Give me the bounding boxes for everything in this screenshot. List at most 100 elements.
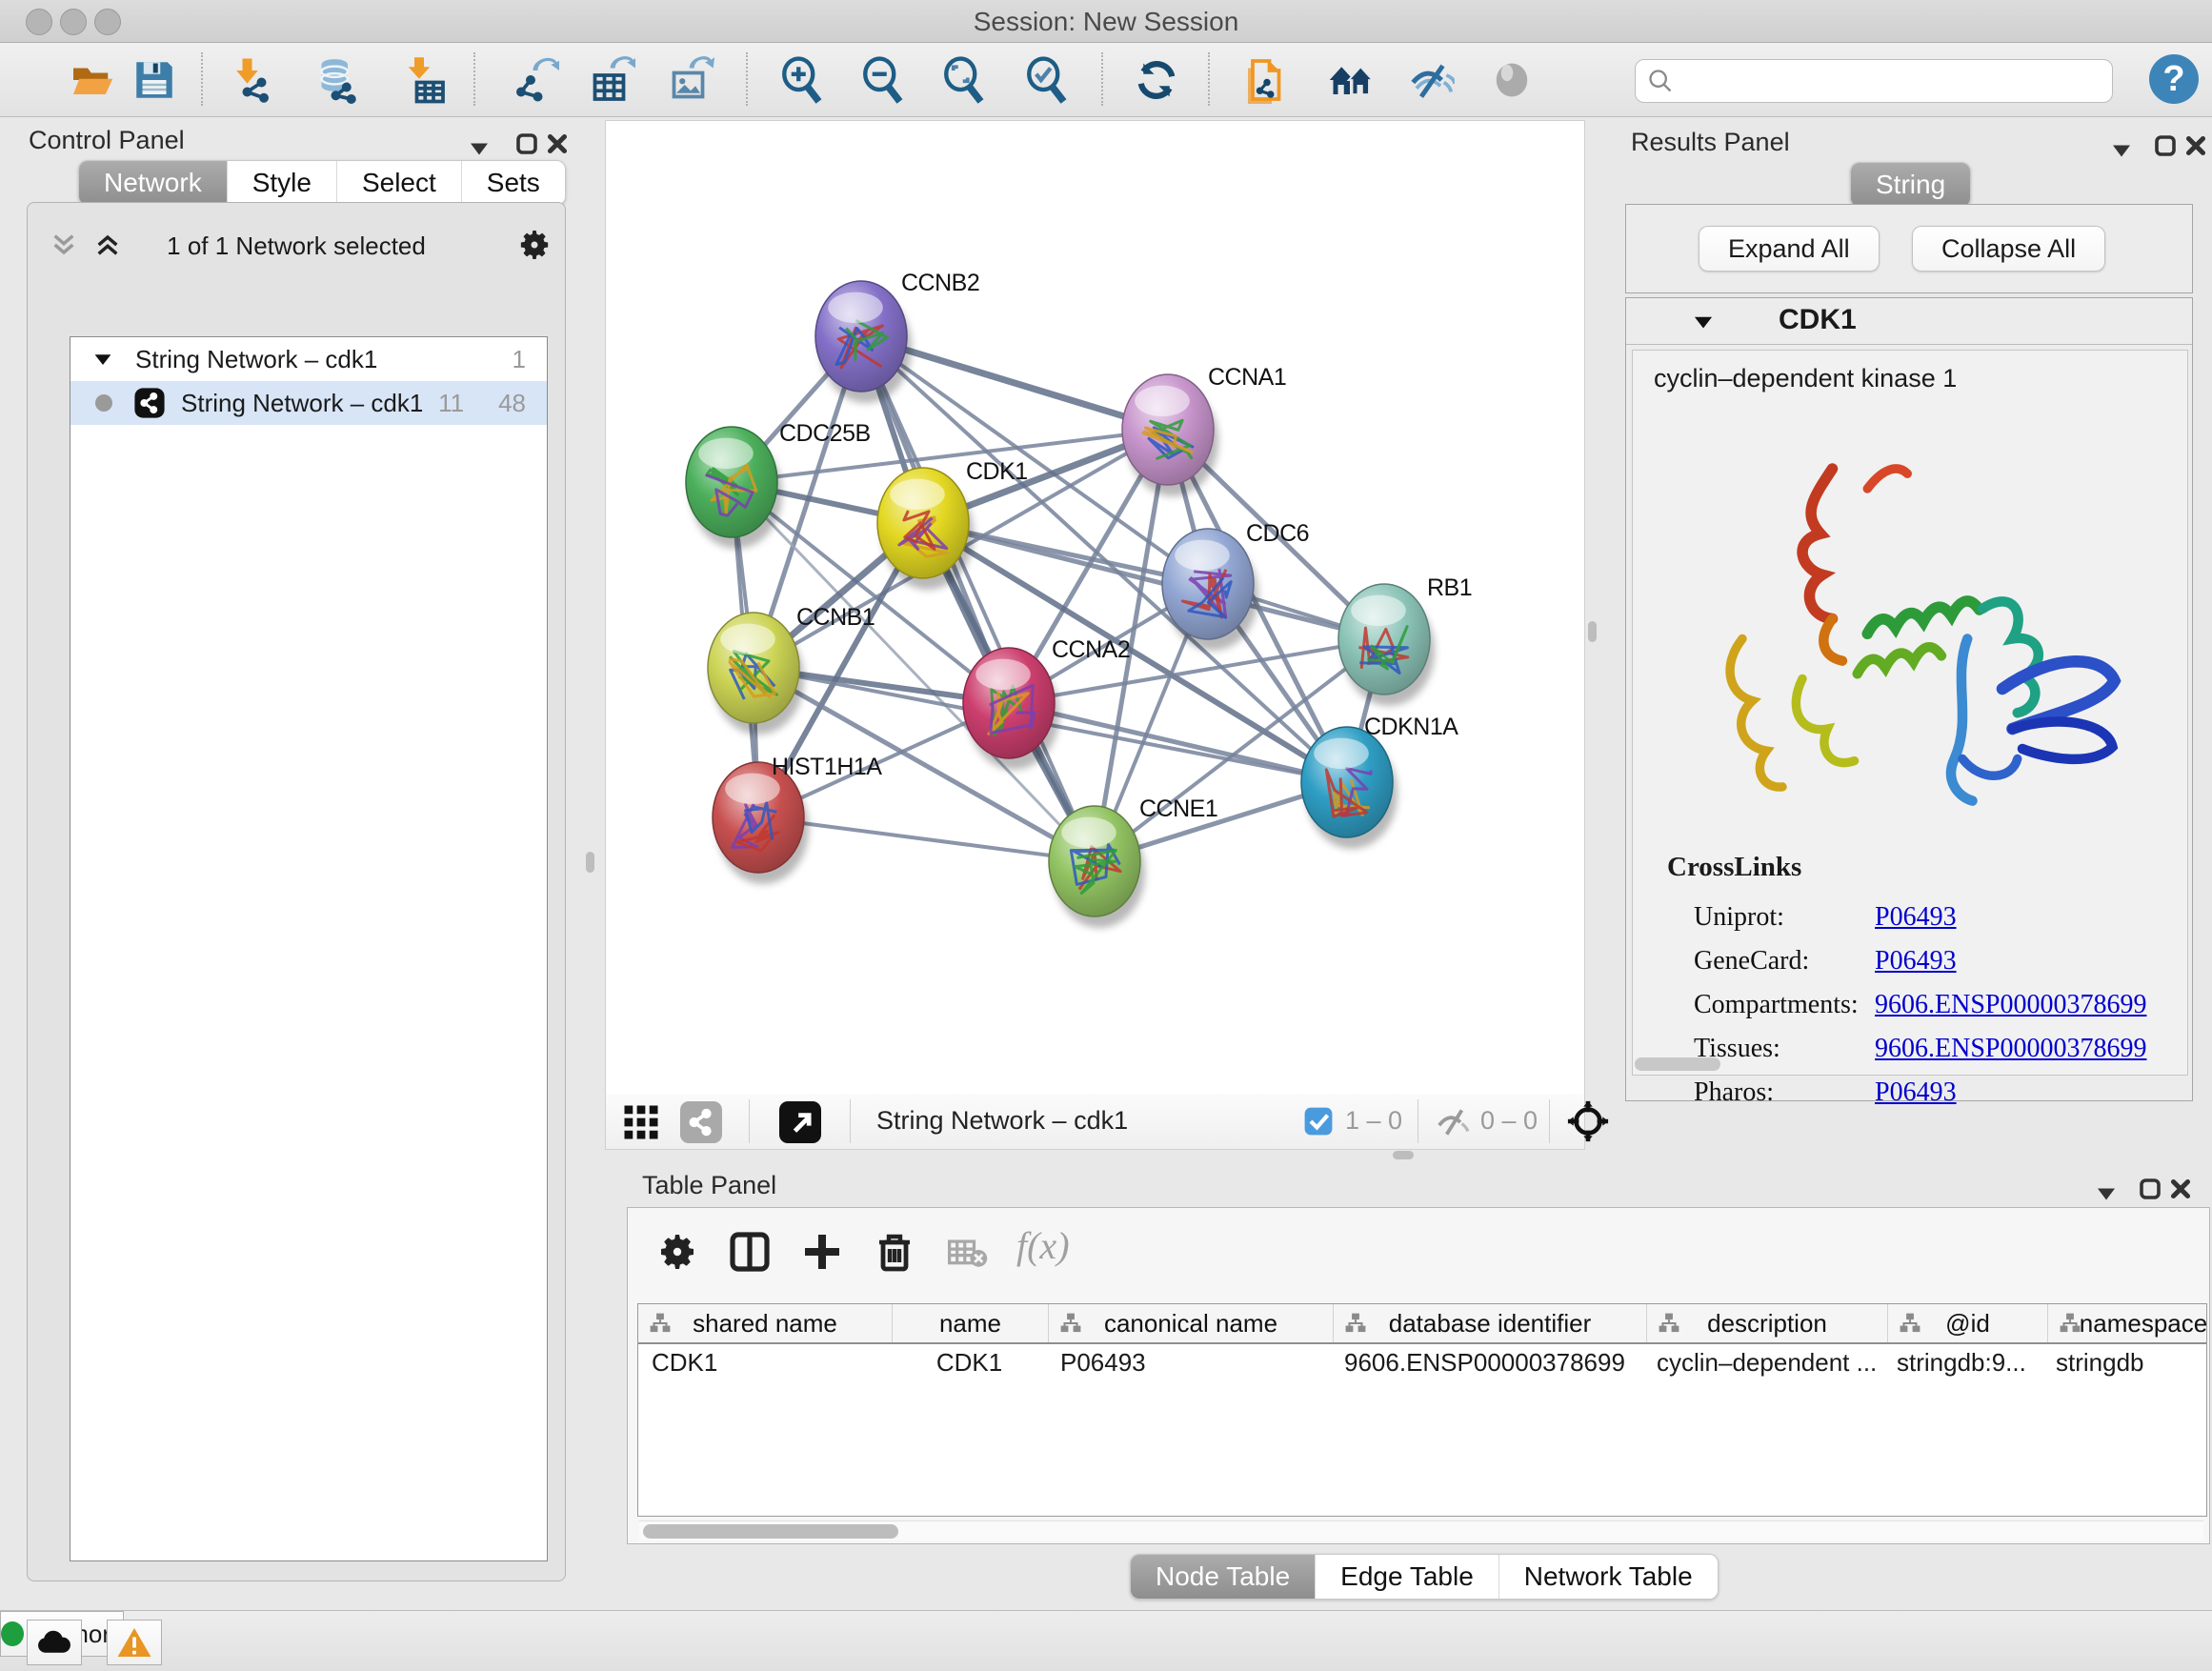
import-database-button[interactable]	[314, 56, 362, 104]
network-edge[interactable]	[861, 336, 1095, 861]
float-panel-icon[interactable]	[465, 133, 493, 162]
network-edge[interactable]	[1009, 703, 1347, 782]
zoom-selected-button[interactable]	[1023, 56, 1071, 104]
column-header-label: canonical name	[1104, 1309, 1277, 1339]
zoom-in-button[interactable]	[778, 56, 826, 104]
tab-sets[interactable]: Sets	[462, 161, 565, 205]
column-header-@id[interactable]: @id	[1888, 1304, 2048, 1342]
table-hscrollbar[interactable]	[639, 1520, 2203, 1540]
network-edge[interactable]	[758, 817, 1095, 861]
export-table-button[interactable]	[588, 56, 635, 104]
table-hscrollbar-thumb[interactable]	[643, 1524, 898, 1539]
open-in-window-button[interactable]	[779, 1101, 821, 1143]
table-cell: stringdb	[2042, 1344, 2207, 1384]
maximize-panel-icon[interactable]	[2136, 1175, 2164, 1203]
network-node-CCNB2[interactable]: CCNB2	[815, 270, 979, 403]
column-type-icon	[1343, 1311, 1368, 1336]
network-node-CCNB1[interactable]: CCNB1	[708, 604, 875, 735]
close-panel-icon[interactable]	[2182, 131, 2210, 160]
show-columns-icon[interactable]	[727, 1229, 773, 1275]
save-session-button[interactable]	[131, 56, 178, 104]
protein-expander-icon[interactable]	[1691, 310, 1716, 334]
protein-header[interactable]: CDK1	[1626, 298, 2192, 345]
tab-edge-table[interactable]: Edge Table	[1316, 1555, 1499, 1599]
collapse-all-button[interactable]: Collapse All	[1912, 226, 2105, 272]
bottom-splitter-handle[interactable]	[1393, 1151, 1414, 1159]
network-node-CCNA1[interactable]: CCNA1	[1122, 364, 1286, 496]
pan-crosshair-icon[interactable]	[1566, 1099, 1610, 1143]
cloud-button[interactable]	[27, 1620, 82, 1665]
zoom-out-button[interactable]	[859, 56, 907, 104]
export-image-button[interactable]	[667, 56, 714, 104]
tab-select[interactable]: Select	[337, 161, 462, 205]
node-label: CDKN1A	[1364, 714, 1458, 740]
crosslink-link[interactable]: P06493	[1875, 946, 1957, 976]
float-panel-icon[interactable]	[2107, 135, 2136, 164]
help-button[interactable]: ?	[2149, 54, 2199, 104]
maximize-panel-icon[interactable]	[513, 130, 541, 158]
column-header-database-identifier[interactable]: database identifier	[1334, 1304, 1647, 1342]
import-network-button[interactable]	[231, 56, 278, 104]
tab-string[interactable]: String	[1851, 163, 1970, 207]
birdseye-grid-icon[interactable]	[621, 1102, 661, 1142]
warnings-button[interactable]	[107, 1620, 162, 1665]
tab-network-table[interactable]: Network Table	[1499, 1555, 1718, 1599]
refresh-button[interactable]	[1133, 56, 1180, 104]
network-options-gear-icon[interactable]	[515, 226, 553, 264]
houses-button[interactable]	[1326, 56, 1374, 104]
string-style-badge[interactable]	[680, 1101, 722, 1143]
column-header-canonical-name[interactable]: canonical name	[1049, 1304, 1334, 1342]
selected-checkbox-icon[interactable]	[1303, 1106, 1334, 1137]
network-canvas[interactable]: CCNB2CCNA1CDC25BCDK1CDC6RB1CCNB1CCNA2CDK…	[605, 120, 1585, 1096]
crosslink-link[interactable]: 9606.ENSP00000378699	[1875, 1034, 2146, 1064]
close-panel-icon[interactable]	[543, 130, 572, 158]
results-hscroll-thumb[interactable]	[1635, 1057, 1720, 1071]
maximize-panel-icon[interactable]	[2151, 131, 2180, 160]
import-table-button[interactable]	[400, 56, 448, 104]
crosslink-link[interactable]: P06493	[1875, 1077, 1957, 1108]
network-node-CDKN1A[interactable]: CDKN1A	[1301, 714, 1458, 849]
crosslink-link[interactable]: 9606.ENSP00000378699	[1875, 990, 2146, 1020]
export-network-button[interactable]	[512, 56, 559, 104]
zoom-fit-button[interactable]	[940, 56, 988, 104]
network-view-title: String Network – cdk1	[876, 1106, 1128, 1136]
network-node-CDC6[interactable]: CDC6	[1162, 520, 1309, 651]
network-graph[interactable]: CCNB2CCNA1CDC25BCDK1CDC6RB1CCNB1CCNA2CDK…	[606, 121, 1584, 1095]
column-header-namespace[interactable]: namespace	[2048, 1304, 2207, 1342]
left-splitter-handle[interactable]	[586, 852, 594, 873]
hide-selected-button[interactable]	[1407, 56, 1455, 104]
export-table-icon	[588, 56, 635, 104]
right-splitter-handle[interactable]	[1588, 621, 1597, 642]
column-header-name[interactable]: name	[893, 1304, 1049, 1342]
network-edge[interactable]	[923, 523, 1384, 639]
crosslink-link[interactable]: P06493	[1875, 902, 1957, 933]
network-row[interactable]: String Network – cdk1 11 48	[70, 381, 547, 425]
add-column-icon[interactable]	[799, 1229, 845, 1275]
collection-expander-icon[interactable]	[91, 348, 114, 371]
column-header-shared-name[interactable]: shared name	[638, 1304, 893, 1342]
network-node-CCNE1[interactable]: CCNE1	[1049, 795, 1217, 928]
table-row[interactable]: CDK1CDK1P064939606.ENSP00000378699cyclin…	[638, 1344, 2206, 1384]
column-header-label: @id	[1945, 1309, 1990, 1339]
table-options-gear-icon[interactable]	[654, 1229, 700, 1275]
tab-node-table[interactable]: Node Table	[1131, 1555, 1316, 1599]
column-type-icon	[1898, 1311, 1922, 1336]
expand-all-button[interactable]: Expand All	[1699, 226, 1880, 272]
tab-style[interactable]: Style	[228, 161, 337, 205]
network-node-RB1[interactable]: RB1	[1338, 574, 1472, 706]
float-panel-icon[interactable]	[2092, 1178, 2121, 1207]
share-icon	[680, 1101, 722, 1143]
network-collection-row[interactable]: String Network – cdk1 1	[70, 337, 547, 381]
zoom-out-icon	[859, 56, 907, 104]
network-node-CCNA2[interactable]: CCNA2	[963, 636, 1130, 770]
network-node-HIST1H1A[interactable]: HIST1H1A	[713, 754, 882, 884]
search-input[interactable]	[1685, 62, 2099, 98]
close-panel-icon[interactable]	[2166, 1175, 2195, 1203]
duplicate-network-button[interactable]	[1243, 56, 1291, 104]
open-session-button[interactable]	[69, 56, 116, 104]
tab-network[interactable]: Network	[79, 161, 228, 205]
column-header-description[interactable]: description	[1647, 1304, 1888, 1342]
delete-column-trash-icon[interactable]	[872, 1229, 917, 1275]
show-all-button[interactable]	[1488, 56, 1536, 104]
tab-group: NetworkStyleSelectSets	[78, 160, 566, 206]
